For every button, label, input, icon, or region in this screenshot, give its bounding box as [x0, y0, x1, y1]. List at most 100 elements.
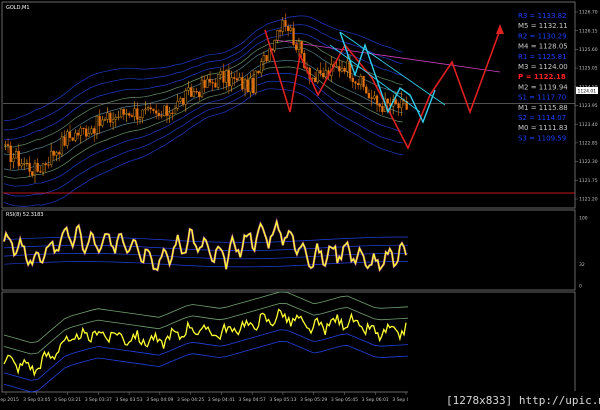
pivot-level-11: M0 = 1111.83: [518, 124, 568, 132]
candle-body-79: [216, 74, 220, 88]
candle-body-118: [322, 73, 325, 78]
price-tick-label-9: 1121.75: [579, 178, 598, 184]
candle-body-9: [28, 162, 31, 172]
candle-body-37: [103, 119, 107, 121]
candle-body-8: [25, 162, 29, 165]
candle-body-117: [319, 70, 322, 74]
candle-body-36: [101, 119, 104, 126]
price-band-2: [3, 73, 403, 187]
price-band-6: [3, 66, 403, 179]
rsi-tick-label-2: 0: [579, 284, 582, 290]
candle-body-5: [17, 151, 20, 167]
candle-body-110: [300, 41, 303, 54]
candle-body-59: [163, 105, 166, 117]
candle-body-50: [138, 117, 142, 120]
candle-body-119: [324, 70, 327, 78]
candle-body-3: [12, 157, 15, 163]
candle-body-47: [130, 115, 134, 117]
cyan-channel-upper: [339, 31, 446, 106]
rsi-band-2: [3, 261, 408, 268]
candle-body-31: [87, 133, 90, 137]
candle-body-105: [287, 26, 290, 31]
rsi-band-0: [3, 253, 408, 260]
candle-body-30: [85, 128, 88, 137]
time-tick-label-9: 3 Sep 05:13: [269, 397, 296, 403]
candle-body-74: [203, 79, 206, 88]
indicator-band-0: [3, 329, 409, 381]
candle-body-106: [289, 27, 292, 31]
candle-body-87: [238, 77, 241, 81]
candle-body-2: [9, 145, 12, 163]
current-price-label: 1124.01: [578, 89, 597, 95]
time-tick-label-6: 3 Sep 04:25: [177, 397, 204, 403]
time-tick-label-2: 3 Sep 03:21: [54, 397, 81, 403]
time-tick-label-3: 3 Sep 03:37: [85, 397, 112, 403]
candle-body-146: [397, 103, 400, 109]
rsi-label: RSI(8) 52.3183: [6, 212, 43, 218]
time-tick-label-11: 3 Sep 05:45: [331, 397, 358, 403]
candle-body-81: [222, 71, 225, 83]
indicator-band-1: [3, 340, 409, 393]
candle-body-98: [268, 48, 271, 62]
candle-body-102: [278, 30, 282, 32]
price-tick-label-5: 1123.95: [579, 103, 598, 109]
candle-body-109: [297, 41, 301, 50]
candle-body-130: [354, 81, 357, 84]
candle-body-101: [276, 30, 279, 41]
chart-canvas[interactable]: 1126.701126.151125.601125.051124.501123.…: [0, 0, 600, 410]
candle-body-13: [39, 171, 42, 173]
candle-body-100: [273, 39, 276, 51]
candle-body-23: [66, 131, 69, 146]
candle-body-40: [111, 119, 115, 123]
candle-body-92: [251, 77, 255, 94]
candle-body-91: [249, 77, 252, 93]
time-tick-label-1: 3 Sep 03:05: [23, 397, 50, 403]
candle-body-29: [82, 127, 85, 130]
candle-body-7: [23, 163, 26, 165]
candle-body-136: [370, 97, 373, 99]
candle-body-1: [6, 144, 10, 146]
candle-body-123: [335, 66, 338, 68]
time-tick-label-4: 3 Sep 03:53: [115, 397, 142, 403]
candle-body-54: [149, 107, 152, 110]
pivot-level-9: M1 = 1115.88: [518, 104, 568, 112]
candle-body-139: [378, 104, 381, 107]
candle-body-108: [295, 44, 298, 50]
candle-body-28: [79, 127, 82, 136]
candle-body-60: [165, 105, 169, 116]
candle-body-77: [211, 82, 214, 84]
price-tick-label-10: 1121.20: [579, 197, 598, 203]
candle-body-115: [313, 77, 317, 83]
candle-body-82: [225, 70, 228, 83]
candle-body-103: [281, 20, 284, 32]
candle-body-116: [316, 70, 319, 83]
rsi-pane-frame: [1, 209, 576, 291]
rsi-tick-label-1: 32: [579, 262, 585, 268]
pivot-levels-panel: R3 = 1133.82 M5 = 1132.11 R2 = 1130.29 M4 =…: [518, 12, 568, 142]
candle-body-22: [63, 136, 66, 146]
pivot-level-3: M4 = 1128.05: [518, 43, 568, 51]
candle-body-114: [311, 77, 314, 79]
candle-body-53: [146, 107, 150, 110]
pivot-level-5: M3 = 1124.00: [518, 63, 568, 71]
candle-body-12: [36, 162, 39, 172]
candle-body-147: [400, 99, 403, 109]
candle-body-42: [117, 116, 120, 118]
candle-body-124: [338, 66, 341, 72]
pivot-level-2: R2 = 1130.29: [518, 32, 567, 40]
candle-body-125: [340, 67, 344, 72]
candle-body-32: [90, 128, 93, 134]
candle-body-72: [198, 92, 201, 97]
candle-body-83: [227, 70, 231, 87]
candle-body-88: [241, 77, 244, 90]
candle-body-18: [52, 151, 55, 156]
candle-body-33: [93, 128, 96, 134]
candle-body-84: [230, 77, 233, 87]
candle-body-142: [386, 98, 389, 104]
candle-body-44: [122, 108, 125, 115]
candle-body-131: [357, 83, 360, 86]
candle-body-138: [375, 95, 379, 105]
candle-body-90: [246, 79, 249, 93]
time-tick-label-12: 3 Sep 06:01: [362, 397, 389, 403]
price-tick-label-3: 1125.05: [579, 66, 598, 72]
